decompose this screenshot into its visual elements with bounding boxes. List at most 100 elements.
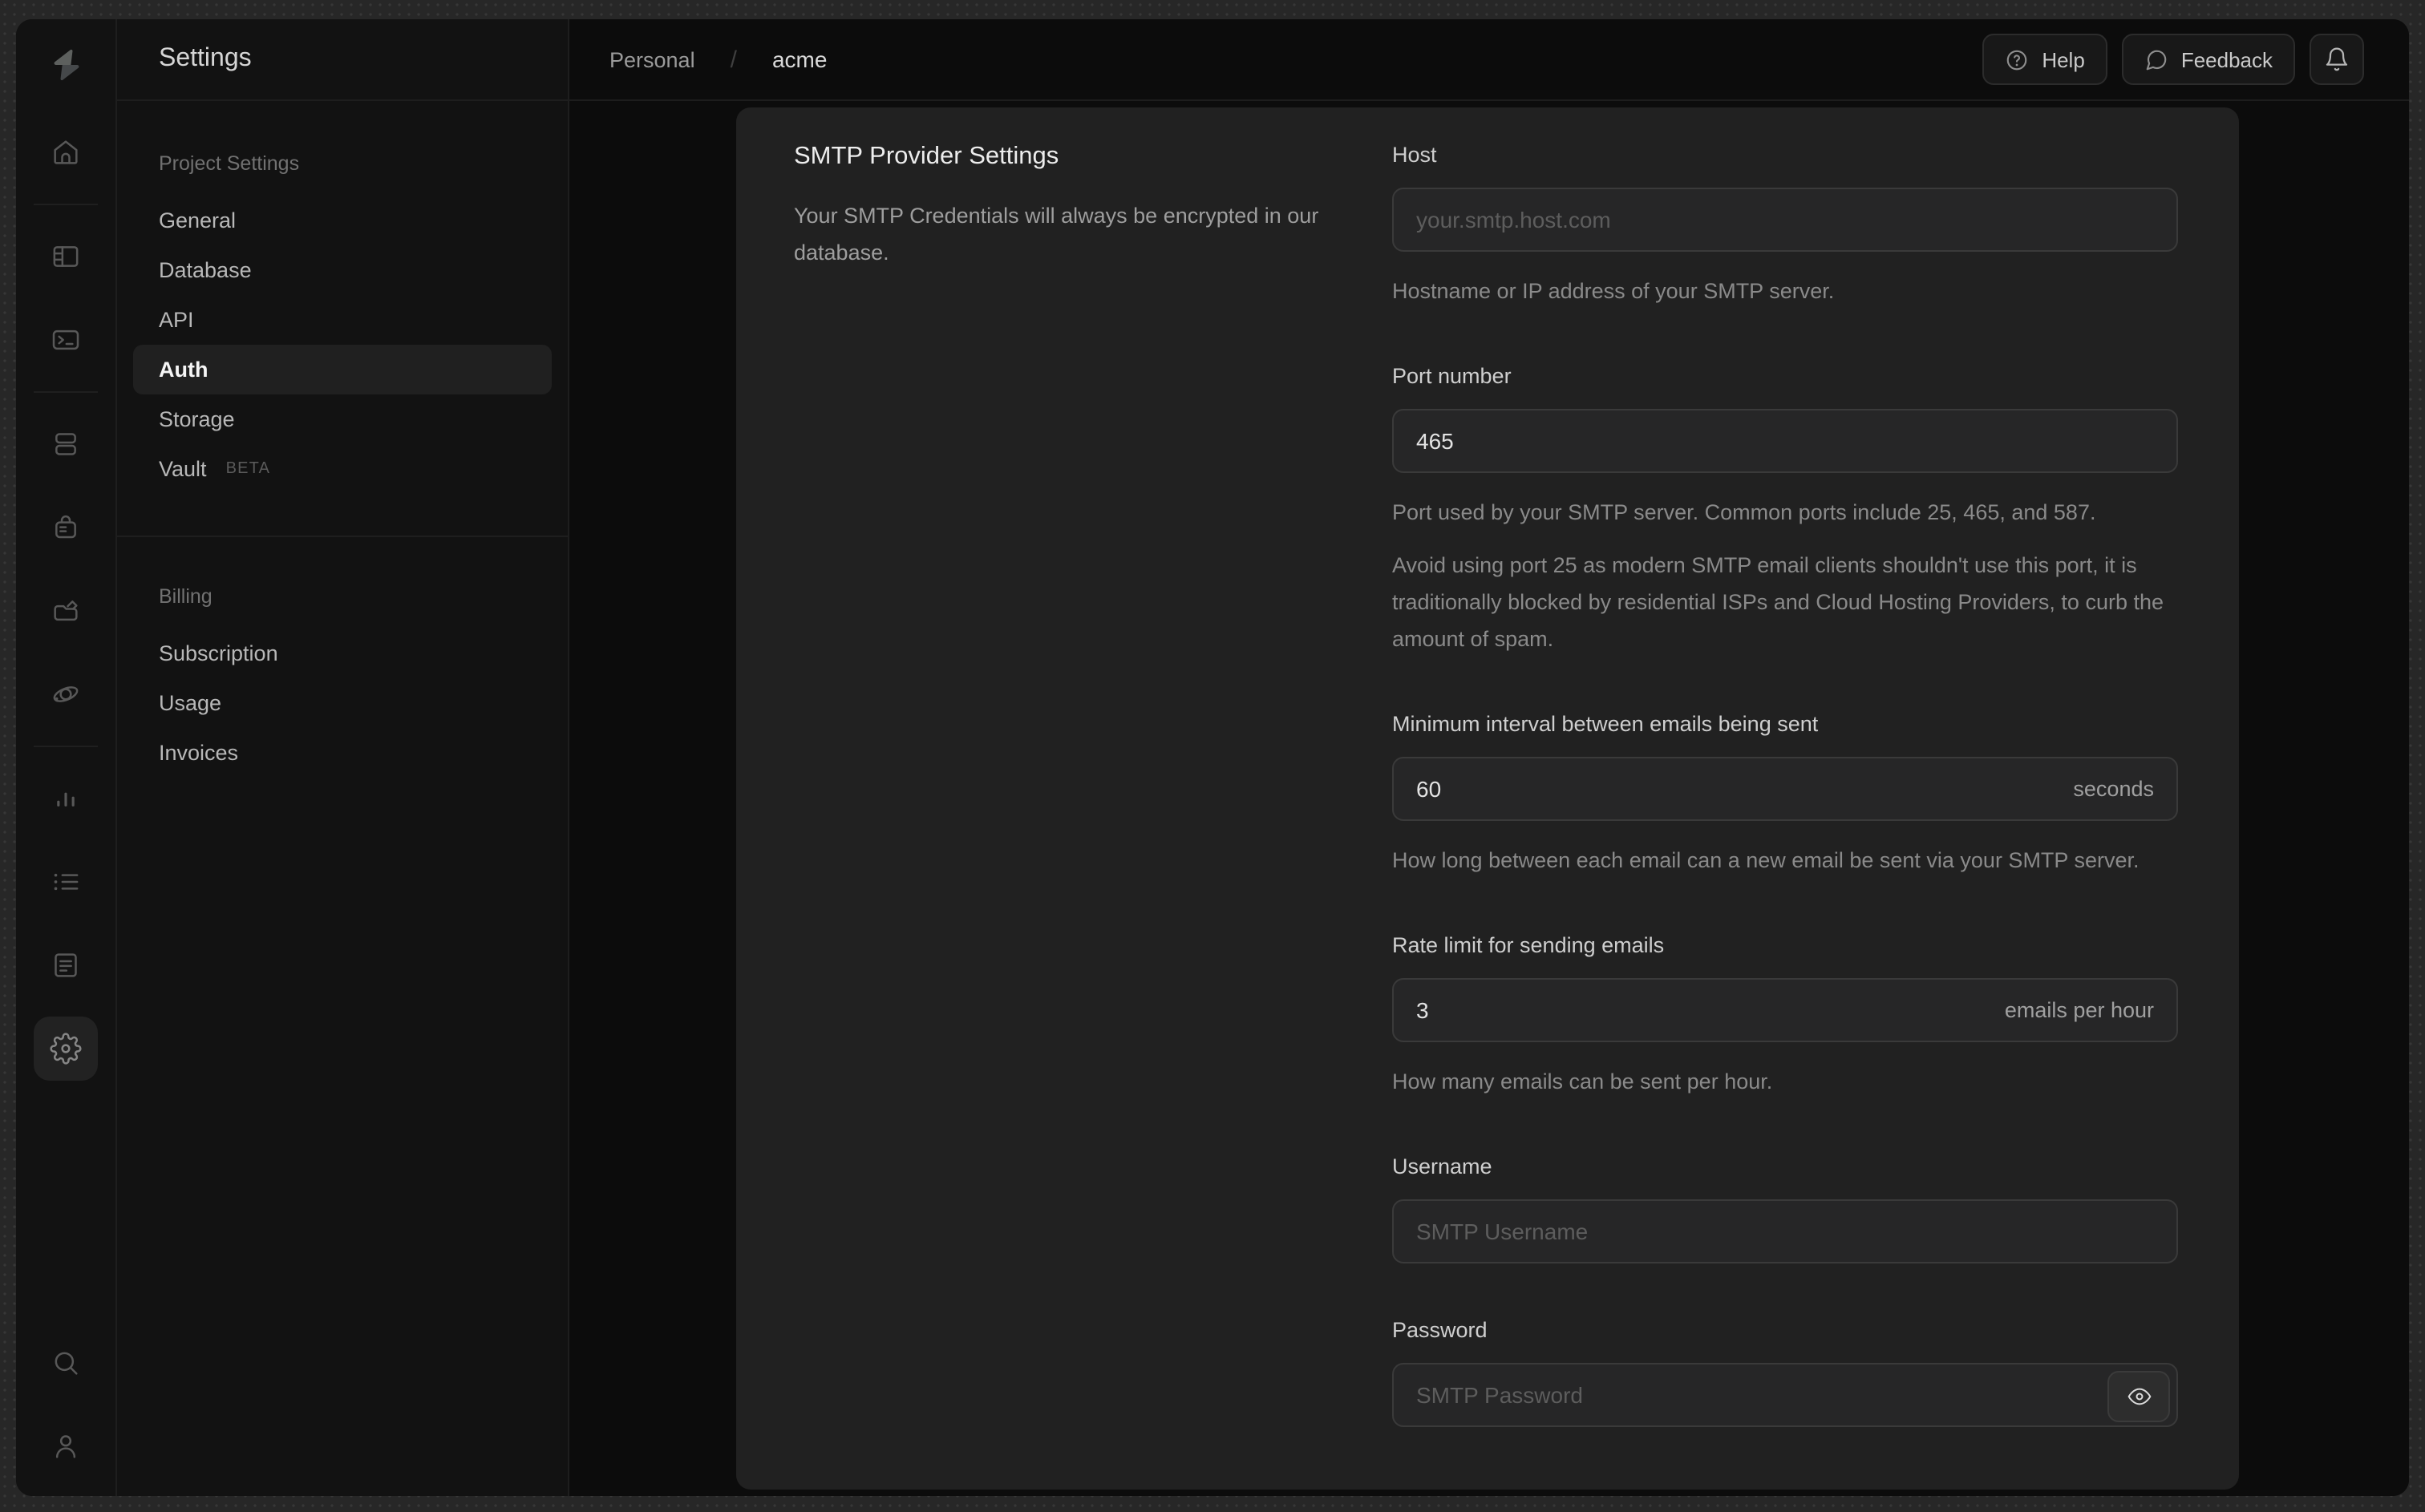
sidebar-item-database[interactable]: Database — [133, 245, 552, 295]
settings-sidebar-header: Settings — [117, 19, 568, 101]
smtp-card-intro: SMTP Provider Settings Your SMTP Credent… — [794, 143, 1339, 1490]
main-area: Personal / acme Help Feedback SMTP Provi… — [569, 19, 2409, 1496]
sidebar-item-auth[interactable]: Auth — [133, 345, 552, 394]
rail-divider — [34, 204, 98, 205]
rail-bottom — [34, 1321, 98, 1488]
home-icon — [54, 140, 78, 164]
feedback-button-label: Feedback — [2180, 47, 2273, 71]
sql-editor-button[interactable] — [34, 308, 98, 372]
project-settings-section: Project Settings General Database API Au… — [133, 149, 552, 494]
home-button[interactable] — [34, 120, 98, 184]
rate-limit-label: Rate limit for sending emails — [1392, 933, 1665, 957]
search-button[interactable] — [34, 1331, 98, 1395]
panel-title: SMTP Provider Settings — [794, 143, 1059, 170]
storage-button[interactable] — [34, 579, 98, 643]
host-input[interactable] — [1416, 207, 2154, 232]
auth-button[interactable] — [34, 495, 98, 560]
sql-editor-icon — [52, 329, 79, 350]
port-help-text-1: Port used by your SMTP server. Common po… — [1392, 500, 2096, 524]
reports-icon — [57, 792, 75, 807]
rate-limit-help-text: How many emails can be sent per hour. — [1392, 1069, 1773, 1094]
port-input[interactable] — [1416, 428, 2154, 454]
sidebar-item-invoices[interactable]: Invoices — [133, 728, 552, 778]
feedback-button[interactable]: Feedback — [2121, 34, 2295, 85]
reports-button[interactable] — [34, 766, 98, 831]
host-label: Host — [1392, 143, 1437, 167]
settings-sidebar: Settings Project Settings General Databa… — [117, 19, 569, 1496]
settings-sidebar-body: Project Settings General Database API Au… — [117, 101, 568, 778]
auth-lock-icon — [55, 515, 76, 539]
icon-rail — [16, 19, 117, 1496]
port-field-group: Port number Port used by your SMTP serve… — [1392, 364, 2178, 657]
sidebar-item-storage[interactable]: Storage — [133, 394, 552, 444]
sidebar-item-api[interactable]: API — [133, 295, 552, 345]
password-input-wrap — [1392, 1363, 2178, 1427]
username-input[interactable] — [1416, 1219, 2154, 1244]
header-actions: Help Feedback — [1982, 34, 2364, 85]
supabase-logo[interactable] — [16, 19, 115, 111]
search-icon — [55, 1352, 78, 1375]
username-input-wrap — [1392, 1199, 2178, 1263]
reveal-password-button[interactable] — [2107, 1371, 2170, 1422]
logs-icon — [54, 873, 79, 891]
port-help-text-2: Avoid using port 25 as modern SMTP email… — [1392, 553, 2164, 651]
port-label: Port number — [1392, 364, 1512, 388]
question-circle-icon — [2007, 49, 2027, 70]
eye-icon — [2127, 1388, 2151, 1405]
sidebar-item-usage[interactable]: Usage — [133, 678, 552, 728]
bell-icon — [2326, 47, 2348, 71]
rate-limit-input[interactable] — [1416, 997, 2154, 1023]
sidebar-item-vault[interactable]: Vault BETA — [133, 444, 552, 494]
sidebar-item-vault-label: Vault — [159, 457, 207, 481]
screenshot-backdrop: Settings Project Settings General Databa… — [0, 0, 2425, 1512]
host-field-group: Host Hostname or IP address of your SMTP… — [1392, 143, 2178, 309]
storage-icon — [54, 600, 78, 621]
docs-button[interactable] — [34, 933, 98, 997]
breadcrumb: Personal / acme — [609, 46, 827, 73]
settings-gear-icon — [50, 1033, 82, 1065]
sidebar-divider — [117, 536, 568, 537]
logs-button[interactable] — [34, 850, 98, 914]
password-field-group: Password — [1392, 1318, 2178, 1427]
database-button[interactable] — [34, 412, 98, 476]
supabase-logo-icon — [53, 49, 79, 81]
docs-icon — [55, 953, 77, 977]
section-header-project-settings: Project Settings — [159, 152, 300, 174]
host-help-text: Hostname or IP address of your SMTP serv… — [1392, 279, 1835, 303]
app-window: Settings Project Settings General Databa… — [16, 19, 2409, 1496]
password-input[interactable] — [1416, 1382, 2154, 1408]
notifications-button[interactable] — [2310, 34, 2364, 85]
breadcrumb-org[interactable]: Personal — [609, 47, 695, 71]
port-input-wrap — [1392, 409, 2178, 473]
smtp-card-form: Host Hostname or IP address of your SMTP… — [1392, 143, 2178, 1490]
help-button[interactable]: Help — [1982, 34, 2107, 85]
beta-badge: BETA — [225, 460, 271, 478]
page-body: SMTP Provider Settings Your SMTP Credent… — [569, 101, 2409, 1496]
breadcrumb-separator: / — [730, 46, 737, 73]
account-button[interactable] — [34, 1414, 98, 1478]
rail-divider — [34, 391, 98, 393]
sidebar-item-general[interactable]: General — [133, 196, 552, 245]
edge-functions-button[interactable] — [34, 662, 98, 726]
user-icon — [55, 1435, 76, 1458]
table-editor-icon — [53, 246, 79, 267]
edge-functions-icon — [53, 686, 79, 702]
table-editor-button[interactable] — [34, 224, 98, 289]
rate-limit-input-wrap: emails per hour — [1392, 978, 2178, 1042]
interval-help-text: How long between each email can a new em… — [1392, 848, 2140, 872]
interval-label: Minimum interval between emails being se… — [1392, 712, 1819, 736]
rail-divider — [34, 746, 98, 747]
interval-input[interactable] — [1416, 776, 2154, 802]
host-input-wrap — [1392, 188, 2178, 252]
interval-field-group: Minimum interval between emails being se… — [1392, 712, 2178, 879]
smtp-settings-card: SMTP Provider Settings Your SMTP Credent… — [736, 107, 2239, 1490]
settings-button[interactable] — [34, 1017, 98, 1081]
breadcrumb-project[interactable]: acme — [772, 46, 827, 72]
rate-limit-field-group: Rate limit for sending emails emails per… — [1392, 933, 2178, 1100]
sidebar-item-subscription[interactable]: Subscription — [133, 629, 552, 678]
database-icon — [55, 433, 76, 455]
section-header-billing: Billing — [159, 584, 213, 607]
billing-section: Billing Subscription Usage Invoices — [133, 582, 552, 778]
username-field-group: Username — [1392, 1154, 2178, 1263]
password-label: Password — [1392, 1318, 1488, 1342]
